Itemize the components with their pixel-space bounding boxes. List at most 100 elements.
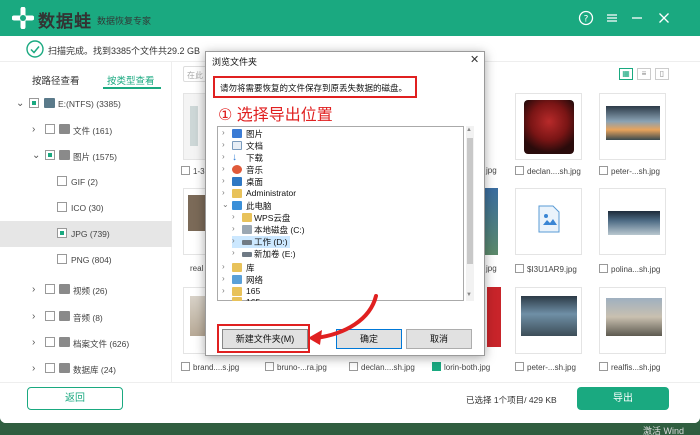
- thumbnail-image[interactable]: [599, 287, 666, 354]
- chevron-right-icon[interactable]: ›: [32, 284, 35, 295]
- tree-item-images[interactable]: ⌄ 图片 (1575): [0, 143, 172, 169]
- checkbox-checked[interactable]: [432, 362, 441, 371]
- dialog-close-icon[interactable]: ✕: [470, 53, 479, 66]
- chevron-right-icon[interactable]: ›: [222, 128, 225, 137]
- scroll-up-icon[interactable]: ▲: [466, 127, 472, 133]
- checkbox[interactable]: [57, 254, 67, 264]
- checkbox[interactable]: [57, 202, 67, 212]
- chevron-down-icon[interactable]: ⌄: [32, 150, 40, 161]
- folder-item-wps-cloud[interactable]: › WPS云盘: [232, 212, 462, 224]
- folder-item-this-pc[interactable]: ⌄ 此电脑: [222, 200, 462, 212]
- checkbox[interactable]: [45, 311, 55, 321]
- thumbnail-caption[interactable]: declan....sh.jpg: [515, 166, 581, 178]
- checkbox[interactable]: [515, 166, 524, 175]
- checkbox[interactable]: [599, 264, 608, 273]
- chevron-right-icon[interactable]: ›: [32, 363, 35, 374]
- chevron-right-icon[interactable]: ›: [222, 140, 225, 149]
- checkbox[interactable]: [349, 362, 358, 371]
- menu-icon[interactable]: [604, 10, 620, 26]
- chevron-right-icon[interactable]: ›: [222, 262, 225, 271]
- thumbnail-caption[interactable]: 1-3: [181, 166, 205, 178]
- thumbnail-caption[interactable]: brand....s.jpg: [181, 362, 239, 374]
- chevron-down-icon[interactable]: ⌄: [222, 200, 229, 209]
- detail-view-icon[interactable]: ▯: [655, 68, 669, 80]
- back-button[interactable]: 返回: [27, 387, 123, 410]
- checkbox[interactable]: [265, 362, 274, 371]
- chevron-right-icon[interactable]: ›: [222, 188, 225, 197]
- tree-item-database[interactable]: › 数据库 (24): [0, 356, 172, 382]
- list-view-icon[interactable]: ≡: [637, 68, 651, 80]
- tree-item-ico[interactable]: ICO (30): [0, 195, 172, 221]
- checkbox[interactable]: [57, 176, 67, 186]
- thumbnail-caption[interactable]: declan....sh.jpg: [349, 362, 415, 374]
- checkbox[interactable]: [599, 166, 608, 175]
- thumbnail-image[interactable]: [599, 93, 666, 160]
- minimize-icon[interactable]: [629, 10, 645, 26]
- folder-item-library[interactable]: › 库: [222, 262, 462, 274]
- tab-by-path[interactable]: 按路径查看: [32, 73, 80, 87]
- thumbnail-caption[interactable]: polina...sh.jpg: [599, 264, 660, 276]
- folder-item-drive-e[interactable]: › 新加卷 (E:): [232, 248, 462, 260]
- thumbnail-image[interactable]: [515, 93, 582, 160]
- checkbox[interactable]: [57, 228, 67, 238]
- cancel-button[interactable]: 取消: [406, 329, 472, 349]
- grid-view-icon[interactable]: ▦: [619, 68, 633, 80]
- folder-item-network[interactable]: › 网络: [222, 274, 462, 286]
- folder-item-downloads[interactable]: › ↓ 下载: [222, 152, 462, 164]
- checkbox[interactable]: [515, 264, 524, 273]
- tree-item-audio[interactable]: › 音频 (8): [0, 304, 172, 330]
- folder-item-documents[interactable]: › 文档: [222, 140, 462, 152]
- thumbnail-image[interactable]: [515, 287, 582, 354]
- chevron-right-icon[interactable]: ›: [222, 286, 225, 295]
- tree-item-drive-e[interactable]: ⌄ E:(NTFS) (3385): [0, 91, 172, 117]
- chevron-right-icon[interactable]: ›: [232, 236, 235, 245]
- thumbnail-caption[interactable]: realfis...sh.jpg: [599, 362, 660, 374]
- chevron-right-icon[interactable]: ›: [222, 176, 225, 185]
- help-icon[interactable]: ?: [578, 10, 594, 26]
- checkbox[interactable]: [45, 284, 55, 294]
- export-button[interactable]: 导出: [577, 387, 669, 410]
- thumbnail-caption[interactable]: peter-...sh.jpg: [515, 362, 576, 374]
- thumbnail-image[interactable]: [515, 188, 582, 255]
- checkbox[interactable]: [45, 337, 55, 347]
- chevron-down-icon[interactable]: ⌄: [16, 98, 24, 109]
- scroll-down-icon[interactable]: ▼: [466, 292, 472, 298]
- chevron-right-icon[interactable]: ›: [232, 212, 235, 221]
- checkbox[interactable]: [181, 166, 190, 175]
- checkbox[interactable]: [29, 98, 39, 108]
- chevron-right-icon[interactable]: ›: [222, 152, 225, 161]
- scrollbar-thumb[interactable]: [467, 138, 473, 264]
- folder-item-music[interactable]: › 音乐: [222, 164, 462, 176]
- thumbnail-caption[interactable]: peter-...sh.jpg: [599, 166, 660, 178]
- chevron-right-icon[interactable]: ›: [32, 337, 35, 348]
- tree-item-png[interactable]: PNG (804): [0, 247, 172, 273]
- tree-item-video[interactable]: › 视频 (26): [0, 277, 172, 303]
- checkbox[interactable]: [45, 124, 55, 134]
- checkbox[interactable]: [515, 362, 524, 371]
- checkbox[interactable]: [181, 362, 190, 371]
- tab-by-type[interactable]: 按类型查看: [107, 73, 155, 87]
- chevron-right-icon[interactable]: ›: [222, 164, 225, 173]
- checkbox[interactable]: [45, 363, 55, 373]
- folder-item-drive-c[interactable]: › 本地磁盘 (C:): [232, 224, 462, 236]
- folder-item-pictures[interactable]: › 图片: [222, 128, 462, 140]
- chevron-right-icon[interactable]: ›: [32, 311, 35, 322]
- checkbox[interactable]: [45, 150, 55, 160]
- chevron-right-icon[interactable]: ›: [222, 274, 225, 283]
- tree-item-gif[interactable]: GIF (2): [0, 169, 172, 195]
- thumbnail-caption[interactable]: bruno-...ra.jpg: [265, 362, 327, 374]
- folder-item-drive-d[interactable]: › 工作 (D:): [232, 236, 290, 248]
- chevron-right-icon[interactable]: ›: [32, 124, 35, 135]
- new-folder-button[interactable]: 新建文件夹(M): [222, 329, 308, 349]
- thumbnail-caption[interactable]: lorin-both.jpg: [432, 362, 490, 374]
- chevron-right-icon[interactable]: ›: [232, 248, 235, 257]
- tree-item-archive[interactable]: › 档案文件 (626): [0, 330, 172, 356]
- thumbnail-image[interactable]: [599, 188, 666, 255]
- tree-item-jpg[interactable]: JPG (739): [0, 221, 172, 247]
- tree-item-documents[interactable]: › 文件 (161): [0, 117, 172, 143]
- folder-item-administrator[interactable]: › Administrator: [222, 188, 462, 200]
- folder-item-desktop[interactable]: › 桌面: [222, 176, 462, 188]
- thumbnail-caption[interactable]: $I3U1AR9.jpg: [515, 264, 577, 276]
- checkbox[interactable]: [599, 362, 608, 371]
- chevron-right-icon[interactable]: ›: [232, 224, 235, 233]
